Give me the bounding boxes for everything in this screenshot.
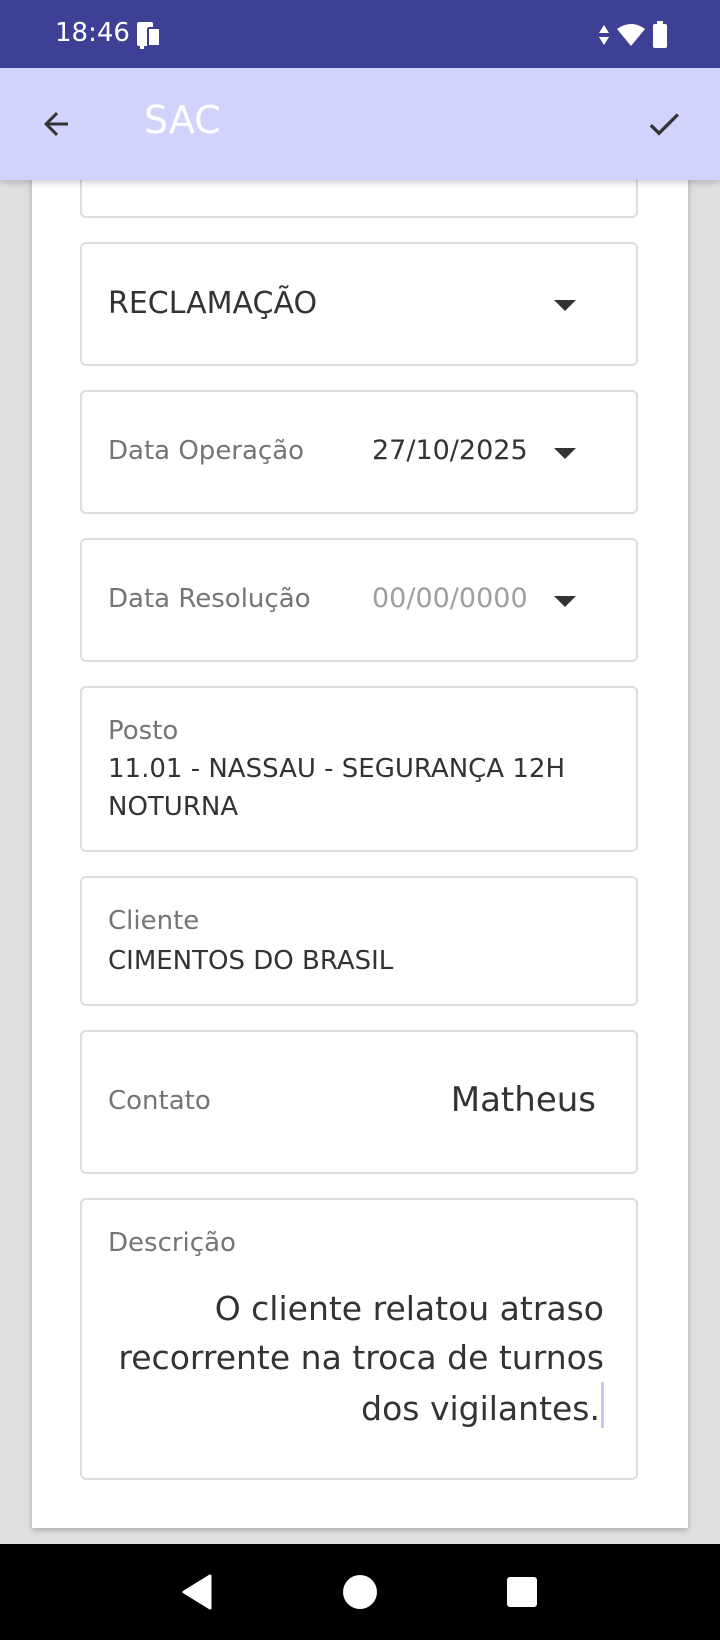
descricao-line-1: O cliente relatou atraso <box>214 1289 604 1328</box>
descricao-line-2: recorrente na troca de turnos <box>118 1338 604 1377</box>
descricao-line-3-wrap: dos vigilantes. <box>104 1382 604 1433</box>
contato-field[interactable]: Contato Matheus <box>80 1030 638 1174</box>
descricao-line-3: dos vigilantes. <box>361 1389 600 1428</box>
cliente-label: Cliente <box>108 906 200 936</box>
caret-down-icon <box>554 596 576 607</box>
type-value: RECLAMAÇÃO <box>108 286 318 321</box>
nav-back-icon[interactable] <box>178 1572 218 1612</box>
system-nav-bar <box>0 1544 720 1640</box>
app-bar: SAC <box>0 68 720 180</box>
posto-value-line1: 11.01 - NASSAU - SEGURANÇA 12H <box>108 754 565 784</box>
descricao-field[interactable]: Descrição O cliente relatou atraso recor… <box>80 1198 638 1480</box>
status-bar: 18:46 <box>0 0 720 68</box>
text-cursor <box>601 1382 604 1428</box>
posto-label: Posto <box>108 716 179 746</box>
type-dropdown[interactable]: RECLAMAÇÃO <box>80 242 638 366</box>
arrow-left-icon <box>44 112 68 136</box>
cliente-value: CIMENTOS DO BRASIL <box>108 946 394 976</box>
data-operacao-label: Data Operação <box>108 436 305 466</box>
back-button[interactable] <box>32 100 80 148</box>
data-resolucao-field[interactable]: Data Resolução 00/00/0000 <box>80 538 638 662</box>
data-operacao-value: 27/10/2025 <box>372 435 528 466</box>
data-transfer-icon <box>599 25 609 45</box>
data-resolucao-placeholder: 00/00/0000 <box>372 583 528 614</box>
nav-home-icon[interactable] <box>340 1572 380 1612</box>
device-notification-icon <box>137 22 161 49</box>
descricao-label: Descrição <box>108 1228 236 1258</box>
contato-value: Matheus <box>450 1080 596 1120</box>
checkmark-icon <box>649 113 679 136</box>
data-operacao-field[interactable]: Data Operação 27/10/2025 <box>80 390 638 514</box>
posto-field[interactable]: Posto 11.01 - NASSAU - SEGURANÇA 12H NOT… <box>80 686 638 852</box>
caret-down-icon <box>554 448 576 459</box>
data-resolucao-label: Data Resolução <box>108 584 311 614</box>
posto-value-line2: NOTURNA <box>108 792 239 822</box>
page-title: SAC <box>144 98 221 142</box>
nav-recents-icon[interactable] <box>502 1572 542 1612</box>
status-time: 18:46 <box>55 18 130 48</box>
descricao-text: O cliente relatou atraso recorrente na t… <box>104 1284 604 1433</box>
battery-icon <box>653 21 667 48</box>
contato-label: Contato <box>108 1086 211 1116</box>
cliente-field[interactable]: Cliente CIMENTOS DO BRASIL <box>80 876 638 1006</box>
confirm-button[interactable] <box>640 100 688 148</box>
status-icons <box>598 20 668 50</box>
wifi-icon <box>617 24 645 46</box>
caret-down-icon <box>554 300 576 311</box>
